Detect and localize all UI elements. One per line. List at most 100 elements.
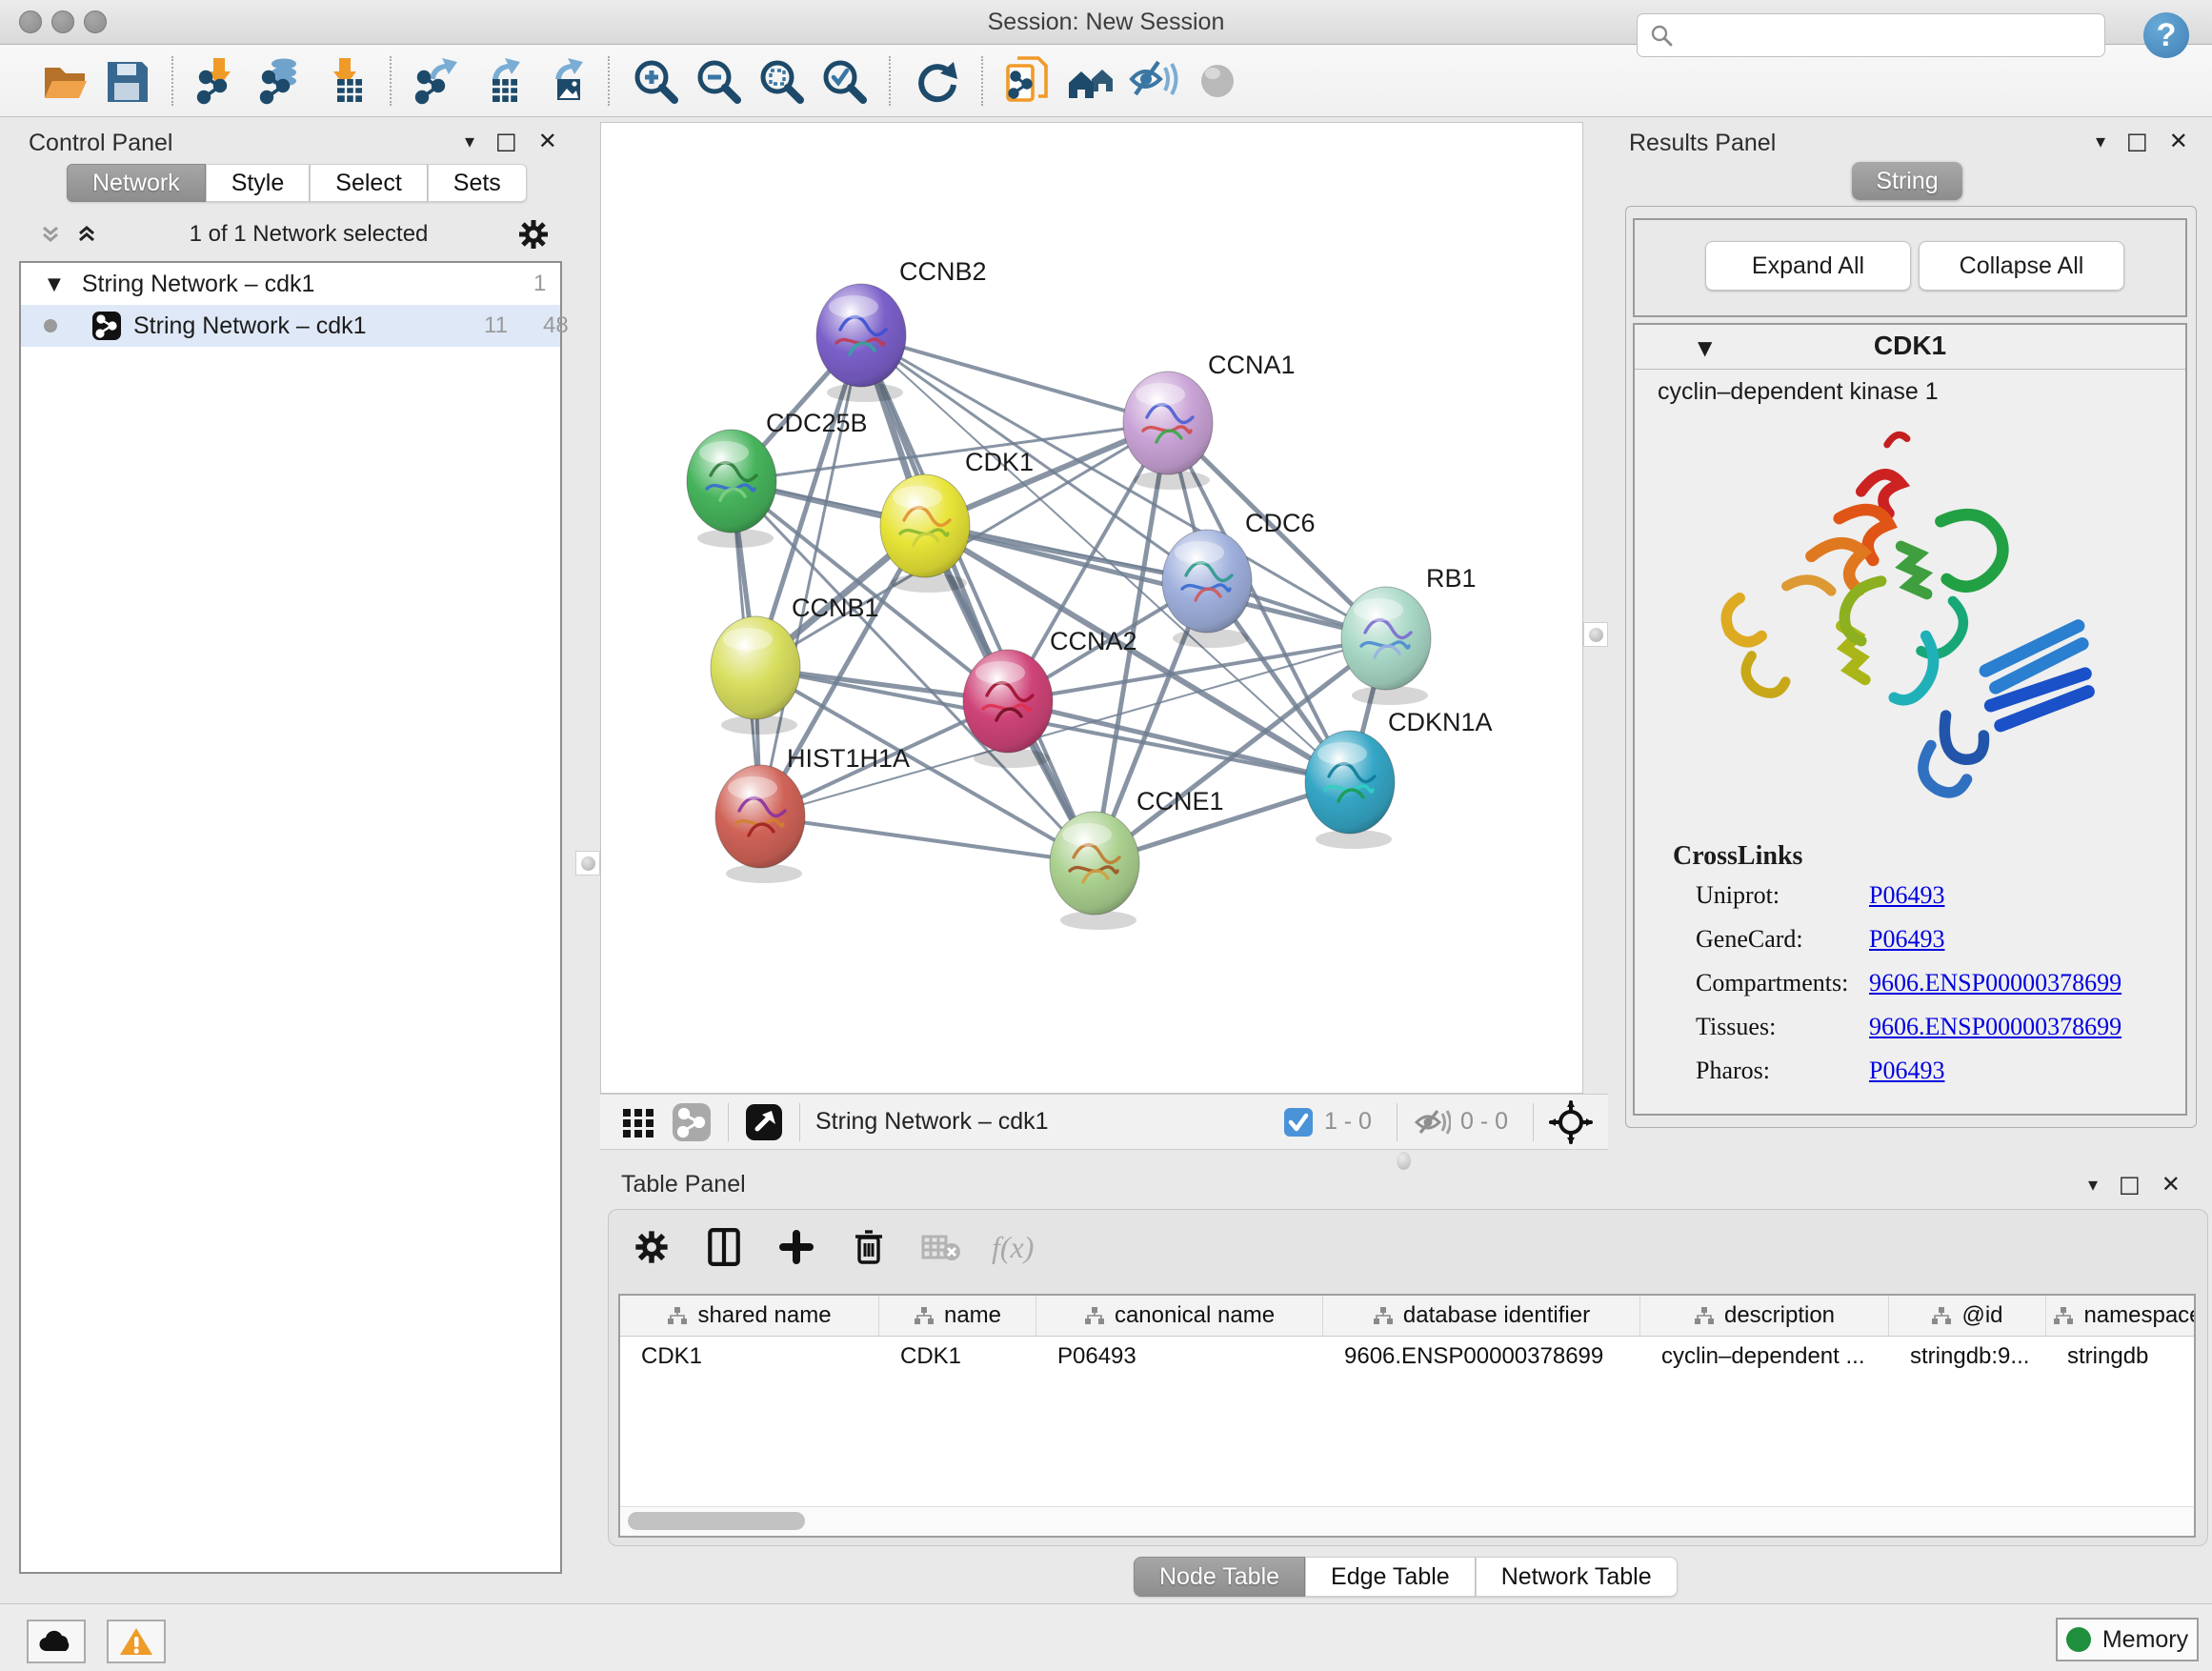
close-panel-icon[interactable]: ✕ [538, 128, 557, 154]
open-in-window-icon[interactable] [744, 1102, 784, 1142]
expand-all-networks-icon[interactable] [72, 220, 101, 249]
network-list-options-gear-icon[interactable] [516, 217, 551, 252]
add-column-icon[interactable] [774, 1225, 818, 1269]
home-button[interactable] [1060, 51, 1123, 111]
column-header-canonical-name[interactable]: canonical name [1036, 1296, 1323, 1336]
float-panel-icon[interactable]: □ [2119, 1171, 2141, 1198]
column-header-namespace[interactable]: namespace [2046, 1296, 2196, 1336]
tab-network[interactable]: Network [67, 164, 206, 202]
hide-selected-button[interactable] [1123, 51, 1186, 111]
network-node-CCNE1[interactable]: CCNE1 [1050, 787, 1224, 930]
network-node-RB1[interactable]: RB1 [1341, 564, 1477, 705]
network-edge-CCNB2-CCNE1[interactable] [861, 335, 1095, 863]
import-table-button[interactable] [313, 51, 376, 111]
crosslink-link[interactable]: P06493 [1869, 1057, 1944, 1084]
hscrollbar-thumb[interactable] [628, 1512, 805, 1530]
collapse-all-button[interactable]: Collapse All [1919, 241, 2124, 291]
warnings-button[interactable] [107, 1620, 166, 1663]
network-node-CCNA1[interactable]: CCNA1 [1123, 351, 1296, 490]
table-cell[interactable]: CDK1 [620, 1337, 879, 1377]
collapse-panel-icon[interactable]: ▾ [2088, 1173, 2098, 1196]
network-graph[interactable]: CCNB2CCNA1CDC25BCDK1CDC6RB1CCNB1CCNA2CDK… [601, 123, 1582, 1093]
zoom-in-button[interactable] [624, 51, 687, 111]
tab-node-table[interactable]: Node Table [1134, 1557, 1305, 1597]
save-session-button[interactable] [95, 51, 158, 111]
tab-select[interactable]: Select [310, 164, 427, 202]
collapse-panel-icon[interactable]: ▾ [465, 130, 474, 152]
clone-network-button[interactable] [997, 51, 1060, 111]
network-edge-HIST1H1A-CCNE1[interactable] [760, 816, 1095, 863]
export-network-button[interactable] [406, 51, 469, 111]
table-cell[interactable]: P06493 [1036, 1337, 1323, 1377]
network-node-CDC25B[interactable]: CDC25B [687, 409, 868, 548]
zoom-out-button[interactable] [687, 51, 750, 111]
tab-edge-table[interactable]: Edge Table [1305, 1557, 1476, 1597]
tab-sets[interactable]: Sets [428, 164, 527, 202]
collapse-panel-icon[interactable]: ▾ [2096, 130, 2105, 152]
zoom-selected-button[interactable] [813, 51, 875, 111]
column-type-icon [1373, 1306, 1394, 1325]
string-gray-icon[interactable] [671, 1101, 713, 1143]
crosslink-link[interactable]: 9606.ENSP00000378699 [1869, 1013, 2122, 1040]
fit-selected-crosshair-icon[interactable] [1549, 1100, 1593, 1144]
gene-card-header[interactable]: ▼ CDK1 [1635, 325, 2185, 370]
zoom-fit-button[interactable] [750, 51, 813, 111]
close-panel-icon[interactable]: ✕ [2162, 1171, 2181, 1198]
column-header-shared-name[interactable]: shared name [620, 1296, 879, 1336]
control-panel-title: Control Panel [29, 130, 172, 157]
column-header-description[interactable]: description [1640, 1296, 1889, 1336]
left-splitter-handle[interactable] [575, 851, 600, 876]
network-row[interactable]: String Network – cdk1 11 48 [21, 305, 560, 347]
export-image-button[interactable] [532, 51, 594, 111]
crosslink-link[interactable]: P06493 [1869, 925, 1944, 953]
open-session-button[interactable] [32, 51, 95, 111]
show-columns-icon[interactable] [702, 1225, 746, 1269]
network-collection-row[interactable]: ▼ String Network – cdk1 1 [21, 263, 560, 305]
table-options-gear-icon[interactable] [630, 1225, 674, 1269]
search-box[interactable] [1637, 13, 2105, 57]
expand-all-button[interactable]: Expand All [1705, 241, 1911, 291]
float-panel-icon[interactable]: □ [495, 128, 517, 154]
delete-column-trash-icon[interactable] [847, 1225, 891, 1269]
table-row[interactable]: CDK1CDK1P064939606.ENSP00000378699cyclin… [620, 1337, 2194, 1377]
memory-button[interactable]: Memory [2056, 1618, 2199, 1661]
column-header-database-identifier[interactable]: database identifier [1323, 1296, 1640, 1336]
float-panel-icon[interactable]: □ [2126, 128, 2148, 154]
tab-style[interactable]: Style [206, 164, 311, 202]
import-database-button[interactable] [251, 51, 313, 111]
help-button[interactable]: ? [2143, 12, 2189, 58]
export-table-button[interactable] [469, 51, 532, 111]
tree-expander-icon[interactable]: ▼ [48, 274, 61, 294]
tab-network-table[interactable]: Network Table [1476, 1557, 1678, 1597]
tab-string[interactable]: String [1852, 162, 1962, 200]
crosslink-link[interactable]: P06493 [1869, 881, 1944, 909]
network-canvas[interactable]: CCNB2CCNA1CDC25BCDK1CDC6RB1CCNB1CCNA2CDK… [600, 122, 1583, 1094]
network-edge-CCNB2-CCNA1[interactable] [861, 335, 1168, 423]
hidden-eye-icon[interactable] [1413, 1106, 1451, 1138]
table-cell[interactable]: 9606.ENSP00000378699 [1323, 1337, 1640, 1377]
table-cell[interactable]: CDK1 [879, 1337, 1036, 1377]
network-node-CCNB2[interactable]: CCNB2 [816, 257, 987, 402]
birdseye-grid-icon[interactable] [619, 1103, 657, 1141]
table-cell[interactable]: stringdb:9... [1889, 1337, 2046, 1377]
collapse-all-networks-icon[interactable] [36, 220, 65, 249]
network-node-HIST1H1A[interactable]: HIST1H1A [715, 744, 910, 883]
selected-checkbox-icon[interactable] [1282, 1106, 1315, 1138]
show-all-button[interactable] [1186, 51, 1249, 111]
search-input[interactable] [1674, 22, 2078, 50]
network-edge-CDK1-RB1[interactable] [925, 526, 1386, 638]
network-node-CDKN1A[interactable]: CDKN1A [1305, 708, 1493, 849]
crosslink-row: Tissues:9606.ENSP00000378699 [1696, 1013, 2172, 1057]
table-cell[interactable]: cyclin–dependent ... [1640, 1337, 1889, 1377]
column-header-name[interactable]: name [879, 1296, 1036, 1336]
table-cell[interactable]: stringdb [2046, 1337, 2196, 1377]
cloud-status-button[interactable] [27, 1620, 86, 1663]
column-header-id[interactable]: @id [1889, 1296, 2046, 1336]
right-splitter-handle[interactable] [1583, 622, 1608, 647]
network-node-CCNB1[interactable]: CCNB1 [711, 594, 879, 735]
table-hscrollbar[interactable] [620, 1506, 2194, 1536]
refresh-button[interactable] [905, 51, 968, 111]
import-network-button[interactable] [188, 51, 251, 111]
crosslink-link[interactable]: 9606.ENSP00000378699 [1869, 969, 2122, 997]
close-panel-icon[interactable]: ✕ [2169, 128, 2188, 154]
